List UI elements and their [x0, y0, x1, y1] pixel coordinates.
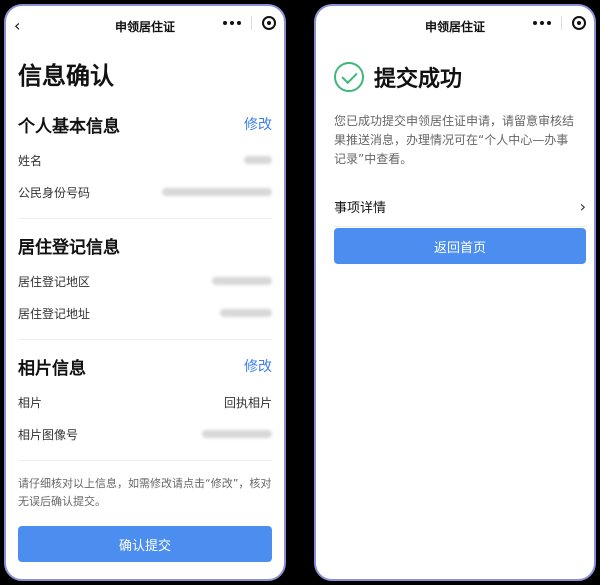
check-circle-icon [334, 62, 364, 92]
divider [18, 339, 272, 340]
confirm-screen: ‹ 申领居住证 信息确认 个人基本信息 修改 姓名 公民身份号码 居住登记信息 … [4, 4, 286, 581]
field-row-address: 居住登记地址 [18, 297, 272, 329]
close-target-icon[interactable] [262, 16, 276, 30]
more-icon[interactable] [533, 21, 551, 25]
nav-title: 申领居住证 [424, 19, 485, 34]
field-label: 居住登记地址 [18, 306, 91, 321]
redacted-value [244, 156, 272, 164]
redacted-value [220, 309, 272, 317]
capsule-divider [561, 16, 562, 30]
field-label: 姓名 [18, 153, 43, 168]
divider [18, 218, 272, 219]
field-row-region: 居住登记地区 [18, 265, 272, 297]
field-label: 居住登记地区 [18, 274, 91, 289]
photo-info-section: 相片信息 修改 相片 回执相片 相片图像号 [6, 346, 284, 450]
edit-photo-link[interactable]: 修改 [244, 356, 272, 376]
success-screen: 申领居住证 提交成功 您已成功提交申领居住证申请，请留意审核结果推送消息，办理情… [314, 4, 596, 581]
redacted-value [212, 277, 272, 285]
item-details-row[interactable]: 事项详情 › [334, 187, 586, 227]
personal-info-section: 个人基本信息 修改 姓名 公民身份号码 [6, 104, 284, 208]
nav-bar: 申领居住证 [316, 6, 594, 46]
capsule-divider [251, 16, 252, 30]
page-title: 信息确认 [18, 62, 114, 90]
field-row-photo-number: 相片图像号 [18, 418, 272, 450]
mini-program-capsule [223, 16, 276, 30]
confirm-submit-button[interactable]: 确认提交 [18, 526, 272, 562]
mini-program-capsule [533, 16, 586, 30]
section-title: 相片信息 [18, 358, 86, 379]
back-home-button[interactable]: 返回首页 [334, 228, 586, 264]
section-title: 个人基本信息 [18, 116, 120, 137]
success-header: 提交成功 [316, 46, 594, 98]
nav-title: 申领居住证 [114, 19, 175, 34]
more-icon[interactable] [223, 21, 241, 25]
field-row-name: 姓名 [18, 144, 272, 176]
close-target-icon[interactable] [572, 16, 586, 30]
section-title: 居住登记信息 [18, 237, 120, 258]
nav-bar: ‹ 申领居住证 [6, 6, 284, 46]
edit-personal-link[interactable]: 修改 [244, 114, 272, 134]
chevron-right-icon: › [579, 197, 586, 216]
success-title: 提交成功 [374, 67, 463, 92]
redacted-value [162, 188, 272, 196]
field-value: 回执相片 [223, 395, 272, 410]
notice-text: 请仔细核对以上信息，如需修改请点击“修改”，核对无误后确认提交。 [18, 477, 272, 508]
field-label: 相片图像号 [18, 427, 79, 442]
item-details-label: 事项详情 [334, 201, 387, 216]
back-icon[interactable]: ‹ [14, 16, 20, 36]
field-label: 相片 [18, 395, 43, 410]
residence-info-section: 居住登记信息 居住登记地区 居住登记地址 [6, 225, 284, 329]
redacted-value [202, 430, 272, 438]
field-label: 公民身份号码 [18, 185, 91, 200]
field-row-photo: 相片 回执相片 [18, 386, 272, 418]
success-description: 您已成功提交申领居住证申请，请留意审核结果推送消息，办理情况可在“个人中心—办事… [334, 114, 575, 166]
field-row-id-number: 公民身份号码 [18, 176, 272, 208]
